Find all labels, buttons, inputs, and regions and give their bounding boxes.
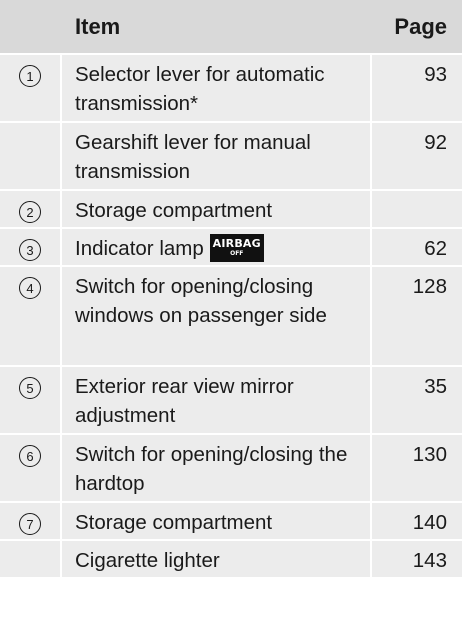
page-number: 62: [424, 237, 447, 260]
header-item: Item: [75, 13, 121, 39]
item-text-label: Indicator lamp: [75, 237, 204, 260]
reference-table: Item Page 1 Selector lever for automatic…: [0, 0, 462, 579]
table-row: 3 Indicator lamp AIRBAG OFF 62: [0, 229, 462, 267]
table-row: 2 Storage compartment: [0, 191, 462, 229]
page-number: 35: [424, 375, 447, 398]
page-number: 92: [424, 131, 447, 154]
page-number: 128: [412, 275, 447, 298]
item-text: Switch for opening/closing the hardtop: [75, 443, 348, 495]
item-text: Cigarette lighter: [75, 549, 220, 572]
item-text: Exterior rear view mirror adjustment: [75, 375, 294, 427]
table-row: 5 Exterior rear view mirror adjustment 3…: [0, 367, 462, 435]
item-number: 4: [19, 277, 41, 299]
page-number: 93: [424, 63, 447, 86]
table-row: Gearshift lever for manual transmission …: [0, 123, 462, 191]
page-number: [372, 191, 462, 201]
item-number: 7: [19, 513, 41, 535]
item-number: 5: [19, 377, 41, 399]
table-header: Item Page: [0, 0, 462, 55]
table-row: 4 Switch for opening/closing windows on …: [0, 267, 462, 367]
item-text: Switch for opening/closing windows on pa…: [75, 275, 327, 327]
item-text: Gearshift lever for manual transmission: [75, 131, 311, 183]
table-row: Cigarette lighter 143: [0, 541, 462, 579]
item-number: 2: [19, 201, 41, 223]
item-text: Indicator lamp AIRBAG OFF: [60, 229, 372, 269]
table-row: 1 Selector lever for automatic transmiss…: [0, 55, 462, 123]
page-number: 130: [412, 443, 447, 466]
page-number: 143: [412, 549, 447, 572]
table-row: 6 Switch for opening/closing the hardtop…: [0, 435, 462, 503]
item-number: 6: [19, 445, 41, 467]
item-number: 3: [19, 239, 41, 261]
table-row: 7 Storage compartment 140: [0, 503, 462, 541]
item-text: Storage compartment: [75, 199, 273, 222]
item-text: Selector lever for automatic transmissio…: [75, 63, 325, 115]
header-page: Page: [394, 13, 447, 39]
page-number: 140: [412, 511, 447, 534]
item-text: Storage compartment: [75, 511, 273, 534]
item-number: 1: [19, 65, 41, 87]
airbag-off-indicator-icon: AIRBAG OFF: [209, 233, 264, 262]
